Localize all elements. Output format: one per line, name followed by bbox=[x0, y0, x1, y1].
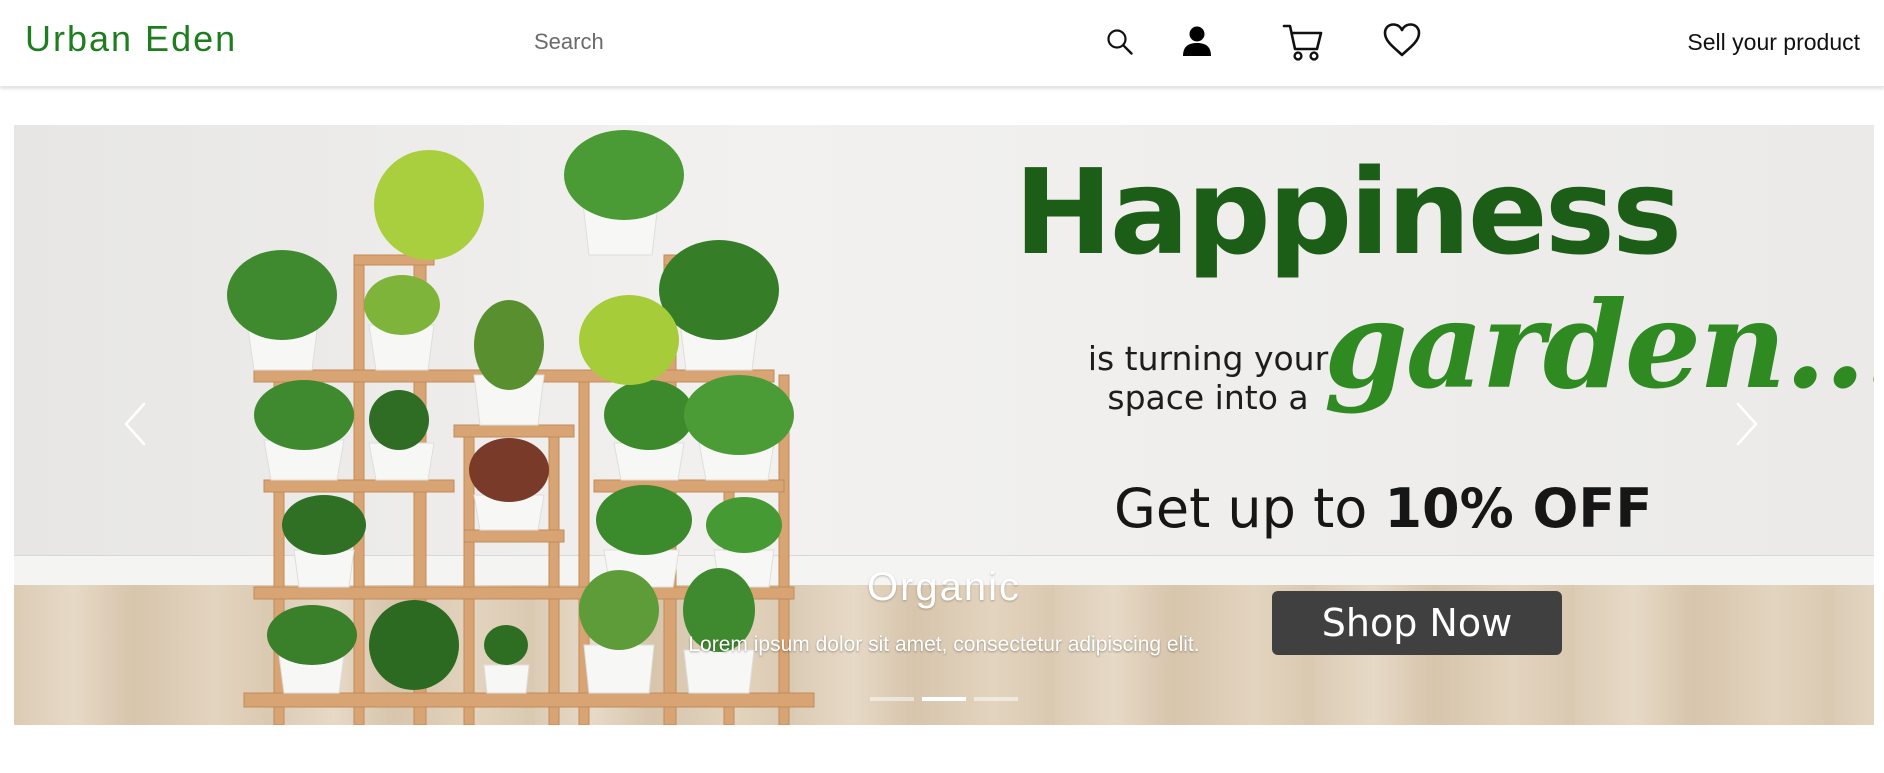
promo-script-word: garden... bbox=[1324, 275, 1874, 416]
promo-discount-prefix: Get up to bbox=[1114, 477, 1368, 540]
carousel-caption-title: Organic bbox=[866, 565, 1022, 609]
carousel-indicator[interactable] bbox=[870, 697, 914, 701]
carousel-caption-text: Lorem ipsum dolor sit amet, consectetur … bbox=[688, 633, 1200, 656]
navbar: Urban Eden Sell your product bbox=[0, 0, 1884, 87]
cart-icon bbox=[1282, 24, 1323, 61]
account-button[interactable] bbox=[1180, 24, 1214, 58]
cart-button[interactable] bbox=[1282, 22, 1324, 62]
promo-headline: Happiness bbox=[1014, 143, 1682, 281]
wishlist-button[interactable] bbox=[1382, 22, 1422, 58]
carousel-next-button[interactable] bbox=[1734, 400, 1760, 453]
search-button[interactable] bbox=[1105, 27, 1135, 57]
hero-carousel: Happiness is turning your space into a g… bbox=[14, 125, 1874, 725]
chevron-right-icon bbox=[1736, 402, 1758, 446]
carousel-prev-button[interactable] bbox=[122, 400, 148, 453]
search-input[interactable] bbox=[522, 22, 1106, 62]
sell-product-link[interactable]: Sell your product bbox=[1687, 29, 1860, 56]
promo-discount-value: 10% OFF bbox=[1384, 477, 1653, 540]
brand-logo[interactable]: Urban Eden bbox=[25, 18, 237, 60]
chevron-left-icon bbox=[124, 402, 146, 446]
carousel-indicator[interactable] bbox=[974, 697, 1018, 701]
carousel-indicators bbox=[870, 697, 1018, 701]
promo-discount: Get up to 10% OFF bbox=[1114, 477, 1652, 540]
carousel-indicator[interactable] bbox=[922, 697, 966, 701]
heart-icon bbox=[1383, 23, 1421, 57]
user-icon bbox=[1183, 26, 1211, 56]
search-icon bbox=[1107, 29, 1133, 55]
